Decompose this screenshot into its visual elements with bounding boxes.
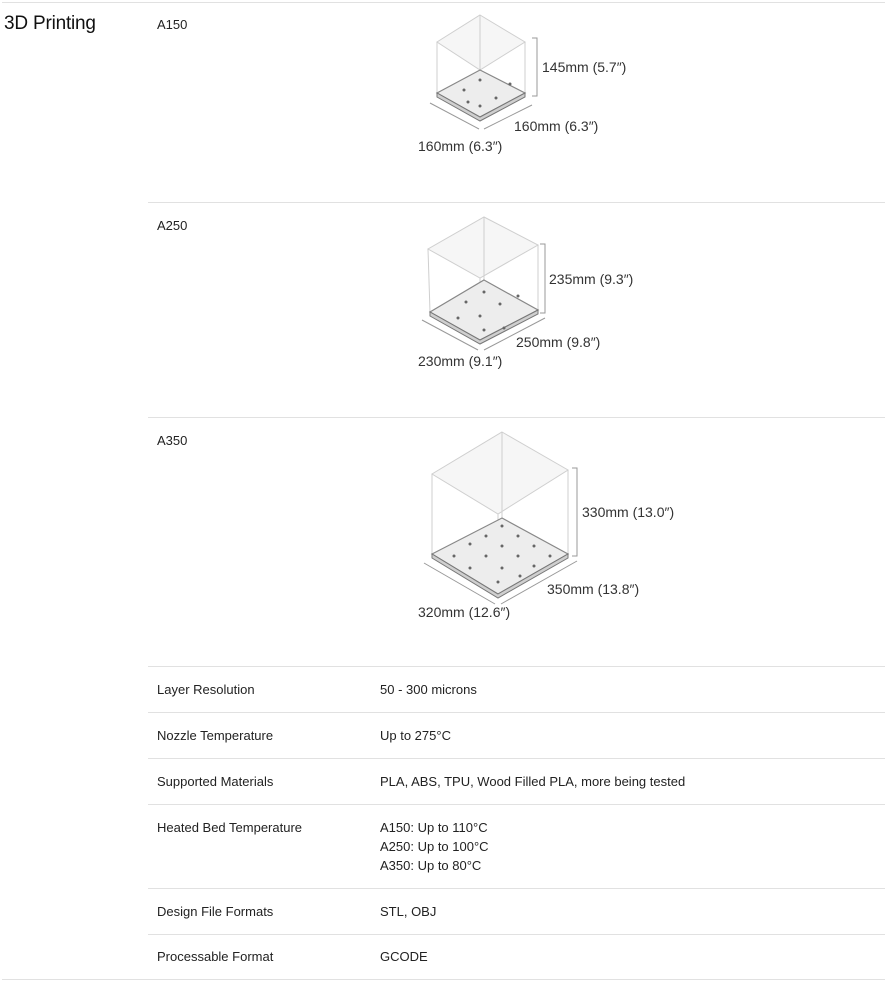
bottom-divider — [2, 979, 885, 980]
width-dimension-a350: 320mm (12.6″) — [418, 604, 510, 620]
divider-a250 — [148, 417, 885, 418]
spec-value-line: PLA, ABS, TPU, Wood Filled PLA, more bei… — [380, 774, 686, 789]
spec-label: Supported Materials — [157, 774, 274, 789]
spec-label: Heated Bed Temperature — [157, 820, 303, 835]
depth-dimension-a350: 350mm (13.8″) — [547, 581, 639, 597]
spec-value-line: A350: Up to 80°C — [380, 858, 482, 873]
height-dimension-a150: 145mm (5.7″) — [542, 59, 626, 75]
divider-a150 — [148, 202, 885, 203]
spec-value: Up to 275°C — [380, 726, 451, 745]
width-dimension-a150: 160mm (6.3″) — [418, 138, 502, 154]
model-label-a150: A150 — [157, 17, 188, 32]
height-dimension-a350: 330mm (13.0″) — [582, 504, 674, 520]
build-volume-svg-a350: 330mm (13.0″) 350mm (13.8″) 320mm (12.6″… — [418, 431, 674, 620]
spec-label: Processable Format — [157, 949, 274, 964]
model-label-a250: A250 — [157, 218, 188, 233]
spec-label: Nozzle Temperature — [157, 728, 274, 743]
build-volume-svg-a250: 235mm (9.3″) 250mm (9.8″) 230mm (9.1″) — [418, 216, 633, 369]
section-title: 3D Printing — [4, 13, 96, 34]
spec-row-design-file-formats: Design File Formats STL, OBJ — [148, 889, 885, 934]
spec-row-supported-materials: Supported Materials PLA, ABS, TPU, Wood … — [148, 759, 885, 804]
model-label-a350: A350 — [157, 433, 188, 448]
depth-dimension-a250: 250mm (9.8″) — [516, 334, 600, 350]
spec-value: 50 - 300 microns — [380, 680, 477, 699]
build-volume-diagram-a250: 235mm (9.3″) 250mm (9.8″) 230mm (9.1″) — [400, 212, 660, 377]
spec-value: A150: Up to 110°C A250: Up to 100°C A350… — [380, 818, 489, 875]
spec-value-line: STL, OBJ — [380, 904, 437, 919]
spec-row-heated-bed-temperature: Heated Bed Temperature A150: Up to 110°C… — [148, 805, 885, 888]
spec-value-line: A250: Up to 100°C — [380, 839, 489, 854]
spec-row-layer-resolution: Layer Resolution 50 - 300 microns — [148, 667, 885, 712]
height-dimension-a250: 235mm (9.3″) — [549, 271, 633, 287]
build-volume-svg-a150: 145mm (5.7″) 160mm (6.3″) 160mm (6.3″) — [418, 14, 626, 154]
spec-label: Design File Formats — [157, 904, 274, 919]
spec-value-line: GCODE — [380, 949, 428, 964]
spec-value: GCODE — [380, 947, 428, 966]
spec-value-line: Up to 275°C — [380, 728, 451, 743]
build-volume-diagram-a350: 330mm (13.0″) 350mm (13.8″) 320mm (12.6″… — [400, 426, 690, 626]
top-divider — [2, 2, 885, 3]
spec-value-line: 50 - 300 microns — [380, 682, 477, 697]
spec-label: Layer Resolution — [157, 682, 255, 697]
depth-dimension-a150: 160mm (6.3″) — [514, 118, 598, 134]
spec-row-nozzle-temperature: Nozzle Temperature Up to 275°C — [148, 713, 885, 758]
spec-value-line: A150: Up to 110°C — [380, 820, 488, 835]
width-dimension-a250: 230mm (9.1″) — [418, 353, 502, 369]
spec-value: PLA, ABS, TPU, Wood Filled PLA, more bei… — [380, 772, 685, 791]
spec-value: STL, OBJ — [380, 902, 436, 921]
spec-row-processable-format: Processable Format GCODE — [148, 935, 885, 979]
build-volume-diagram-a150: 145mm (5.7″) 160mm (6.3″) 160mm (6.3″) — [400, 10, 660, 160]
